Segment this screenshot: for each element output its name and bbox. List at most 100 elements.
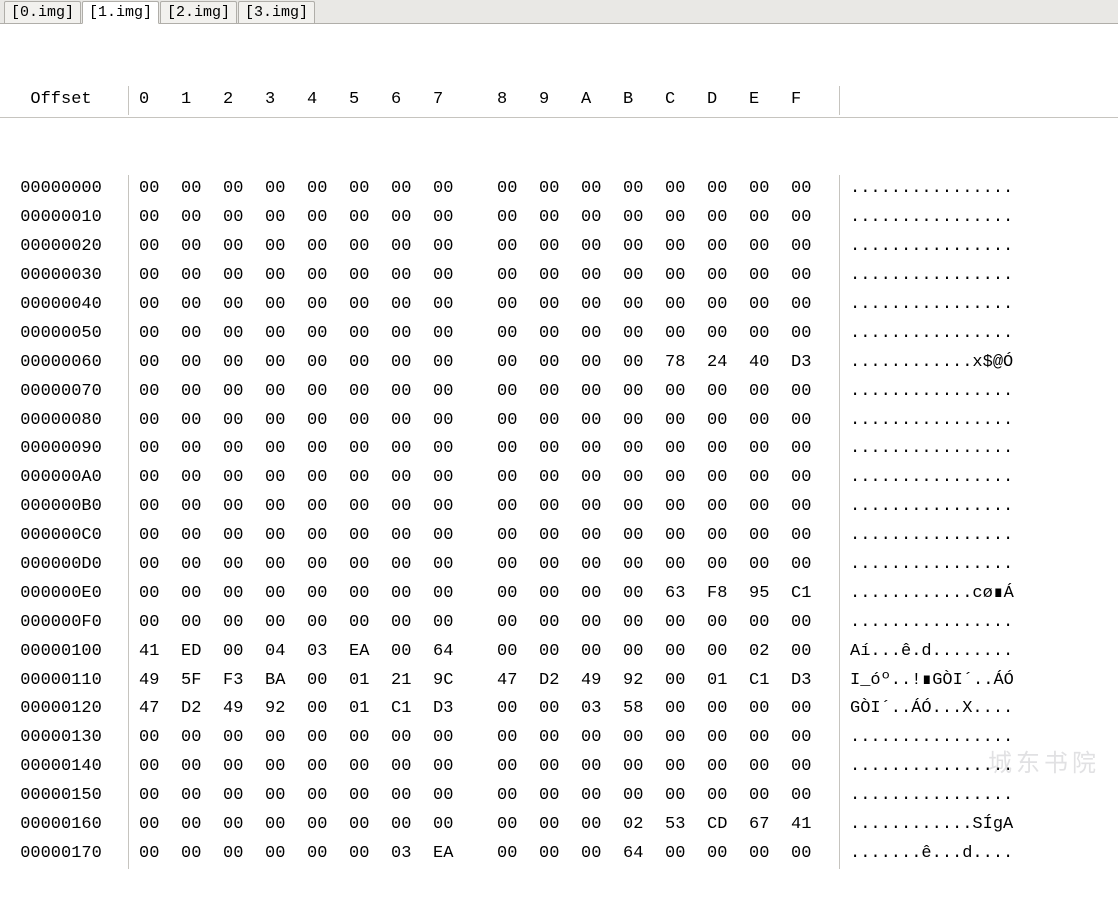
- hex-bytes[interactable]: 495FF3BA0001219C47D249920001C1D3: [128, 667, 839, 696]
- byte-cell[interactable]: 21: [391, 667, 433, 696]
- byte-cell[interactable]: 00: [349, 493, 391, 522]
- byte-cell[interactable]: 00: [581, 638, 623, 667]
- byte-cell[interactable]: 00: [181, 175, 223, 204]
- byte-cell[interactable]: 00: [223, 262, 265, 291]
- byte-cell[interactable]: 00: [391, 233, 433, 262]
- byte-cell[interactable]: 00: [539, 811, 581, 840]
- byte-cell[interactable]: 00: [497, 753, 539, 782]
- byte-cell[interactable]: 00: [307, 378, 349, 407]
- byte-cell[interactable]: 00: [391, 291, 433, 320]
- byte-cell[interactable]: 00: [265, 320, 307, 349]
- byte-cell[interactable]: 00: [497, 435, 539, 464]
- byte-cell[interactable]: 00: [791, 175, 833, 204]
- hex-row[interactable]: 0000012047D249920001C1D30000035800000000…: [0, 695, 1118, 724]
- byte-cell[interactable]: 00: [349, 435, 391, 464]
- byte-cell[interactable]: 00: [665, 522, 707, 551]
- byte-cell[interactable]: 00: [223, 840, 265, 869]
- ascii-cell[interactable]: .......ê...d....: [839, 840, 1013, 869]
- byte-cell[interactable]: 00: [349, 262, 391, 291]
- byte-cell[interactable]: 00: [707, 204, 749, 233]
- hex-row[interactable]: 0000010041ED000403EA00640000000000000200…: [0, 638, 1118, 667]
- byte-cell[interactable]: 00: [433, 811, 475, 840]
- ascii-cell[interactable]: ................: [839, 435, 1013, 464]
- byte-cell[interactable]: 00: [539, 724, 581, 753]
- byte-cell[interactable]: 00: [139, 753, 181, 782]
- byte-cell[interactable]: 00: [349, 522, 391, 551]
- byte-cell[interactable]: 00: [223, 233, 265, 262]
- byte-cell[interactable]: EA: [349, 638, 391, 667]
- byte-cell[interactable]: 00: [223, 609, 265, 638]
- hex-bytes[interactable]: 00000000000000000000000000000000: [128, 204, 839, 233]
- hex-row[interactable]: 0000017000000000000003EA0000006400000000…: [0, 840, 1118, 869]
- hex-row[interactable]: 000000D000000000000000000000000000000000…: [0, 551, 1118, 580]
- byte-cell[interactable]: 00: [307, 349, 349, 378]
- hex-bytes[interactable]: 00000000000000000000000063F895C1: [128, 580, 839, 609]
- byte-cell[interactable]: 00: [665, 204, 707, 233]
- byte-cell[interactable]: 00: [497, 262, 539, 291]
- byte-cell[interactable]: 00: [349, 724, 391, 753]
- byte-cell[interactable]: D3: [433, 695, 475, 724]
- byte-cell[interactable]: 00: [581, 840, 623, 869]
- byte-cell[interactable]: 00: [307, 204, 349, 233]
- byte-cell[interactable]: 00: [749, 493, 791, 522]
- byte-cell[interactable]: 00: [391, 811, 433, 840]
- byte-cell[interactable]: 00: [707, 638, 749, 667]
- hex-row[interactable]: 0000015000000000000000000000000000000000…: [0, 782, 1118, 811]
- byte-cell[interactable]: 00: [223, 378, 265, 407]
- byte-cell[interactable]: 00: [497, 349, 539, 378]
- byte-cell[interactable]: 00: [265, 724, 307, 753]
- byte-cell[interactable]: 00: [665, 667, 707, 696]
- byte-cell[interactable]: 00: [265, 782, 307, 811]
- byte-cell[interactable]: 00: [139, 580, 181, 609]
- byte-cell[interactable]: 49: [223, 695, 265, 724]
- byte-cell[interactable]: 00: [307, 291, 349, 320]
- byte-cell[interactable]: 00: [223, 638, 265, 667]
- byte-cell[interactable]: 00: [223, 753, 265, 782]
- byte-cell[interactable]: 00: [349, 320, 391, 349]
- byte-cell[interactable]: 00: [665, 724, 707, 753]
- byte-cell[interactable]: 47: [139, 695, 181, 724]
- byte-cell[interactable]: 00: [307, 522, 349, 551]
- byte-cell[interactable]: 00: [391, 204, 433, 233]
- byte-cell[interactable]: 00: [307, 407, 349, 436]
- hex-bytes[interactable]: 00000000000000000000000000000000: [128, 753, 839, 782]
- byte-cell[interactable]: 00: [497, 291, 539, 320]
- byte-cell[interactable]: 00: [433, 378, 475, 407]
- byte-cell[interactable]: 67: [749, 811, 791, 840]
- byte-cell[interactable]: 00: [749, 840, 791, 869]
- byte-cell[interactable]: 00: [581, 609, 623, 638]
- byte-cell[interactable]: 00: [307, 724, 349, 753]
- byte-cell[interactable]: 00: [139, 378, 181, 407]
- byte-cell[interactable]: 00: [791, 753, 833, 782]
- byte-cell[interactable]: EA: [433, 840, 475, 869]
- byte-cell[interactable]: 02: [749, 638, 791, 667]
- byte-cell[interactable]: 00: [665, 464, 707, 493]
- byte-cell[interactable]: 00: [581, 522, 623, 551]
- byte-cell[interactable]: 00: [539, 551, 581, 580]
- byte-cell[interactable]: D2: [181, 695, 223, 724]
- byte-cell[interactable]: 41: [139, 638, 181, 667]
- byte-cell[interactable]: 00: [223, 522, 265, 551]
- byte-cell[interactable]: 00: [623, 638, 665, 667]
- hex-bytes[interactable]: 47D249920001C1D30000035800000000: [128, 695, 839, 724]
- byte-cell[interactable]: 00: [749, 464, 791, 493]
- byte-cell[interactable]: 00: [497, 724, 539, 753]
- byte-cell[interactable]: 04: [265, 638, 307, 667]
- byte-cell[interactable]: 00: [433, 233, 475, 262]
- byte-cell[interactable]: 00: [665, 695, 707, 724]
- byte-cell[interactable]: 00: [307, 493, 349, 522]
- byte-cell[interactable]: 00: [497, 175, 539, 204]
- byte-cell[interactable]: 00: [623, 609, 665, 638]
- byte-cell[interactable]: 00: [707, 840, 749, 869]
- byte-cell[interactable]: 00: [349, 782, 391, 811]
- hex-bytes[interactable]: 00000000000000000000000000000000: [128, 378, 839, 407]
- byte-cell[interactable]: 00: [581, 204, 623, 233]
- byte-cell[interactable]: 00: [307, 233, 349, 262]
- byte-cell[interactable]: 00: [581, 349, 623, 378]
- hex-bytes[interactable]: 00000000000000000000000253CD6741: [128, 811, 839, 840]
- byte-cell[interactable]: 00: [391, 724, 433, 753]
- byte-cell[interactable]: 00: [539, 609, 581, 638]
- byte-cell[interactable]: 00: [433, 522, 475, 551]
- hex-bytes[interactable]: 00000000000000000000000000000000: [128, 262, 839, 291]
- byte-cell[interactable]: 00: [497, 580, 539, 609]
